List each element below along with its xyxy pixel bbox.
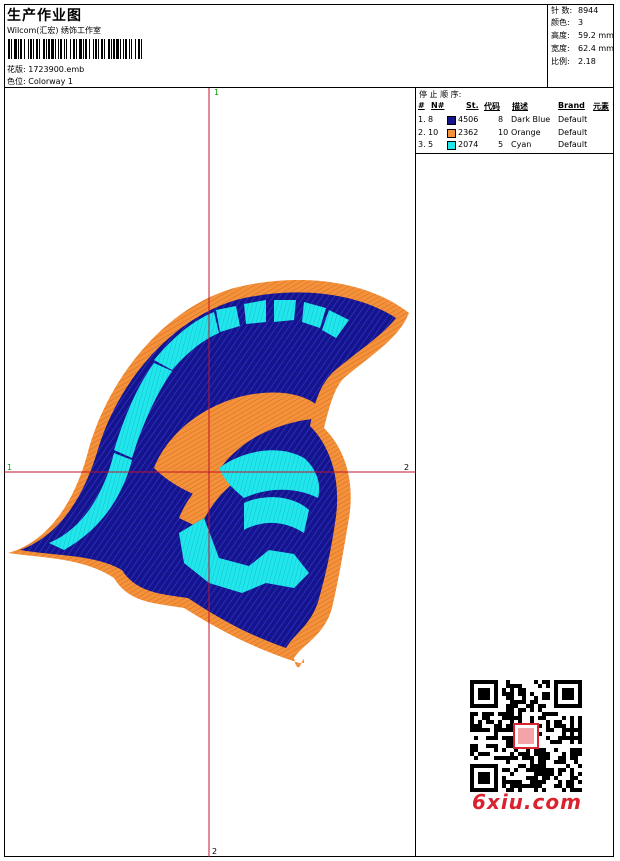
row-desc: Orange: [511, 127, 541, 137]
colorway-label: 色位:: [7, 77, 26, 86]
stat-colors: 颜色: 3: [551, 18, 584, 27]
stop-sequence-row: 2. 10 2362 10 Orange Default: [416, 128, 614, 140]
row-brand: Default: [558, 140, 588, 149]
stats-panel: 针 数: 8944 颜色: 3 高度: 59.2 mm 宽度: 62.4 mm 比例: 2…: [547, 4, 614, 88]
row-n: 5: [428, 140, 434, 149]
col-element: 元素: [593, 102, 609, 111]
colorway-value: Colorway 1: [28, 77, 73, 86]
col-code: 代码: [484, 102, 500, 111]
col-brand: Brand: [558, 101, 585, 110]
row-code: 10: [498, 127, 509, 137]
row-st: 2362: [458, 127, 479, 137]
row-n: 8: [428, 115, 434, 124]
col-st: St.: [466, 101, 479, 110]
stat-stitches: 针 数: 8944: [551, 6, 599, 15]
row-index: 2.: [418, 127, 426, 137]
row-st: 4506: [458, 115, 479, 124]
colorway-row: 色位: Colorway 1: [7, 76, 73, 87]
header-panel: 生产作业图 Wilcom(汇宏) 绣饰工作室 花版: 1723900.emb 色…: [4, 4, 614, 88]
guide-label-top: 1: [214, 88, 220, 97]
stop-sequence-header: # N# St. 代码 描述 Brand 元素: [416, 101, 614, 113]
row-code: 8: [498, 115, 504, 124]
page-title: 生产作业图: [7, 8, 82, 24]
row-index: 3.: [418, 140, 426, 149]
barcode: [8, 39, 142, 59]
row-n: 10: [428, 127, 439, 137]
studio-name: Wilcom(汇宏) 绣饰工作室: [7, 26, 102, 35]
guide-label-right: 2: [404, 463, 410, 472]
row-code: 5: [498, 140, 504, 149]
row-st: 2074: [458, 140, 479, 149]
watermark-logo: 6xiu.com: [472, 790, 582, 814]
row-brand: Default: [558, 127, 588, 137]
stop-sequence-row: 3. 5 2074 5 Cyan Default: [416, 140, 614, 152]
design-file-row: 花版: 1723900.emb: [7, 64, 84, 75]
stop-sequence-title: 停 止 顺 序:: [419, 90, 462, 99]
guide-label-left: 1: [7, 463, 13, 472]
row-index: 1.: [418, 115, 426, 124]
row-desc: Dark Blue: [511, 115, 551, 124]
stat-width: 宽度: 62.4 mm: [551, 44, 614, 53]
guide-label-bottom: 2: [212, 847, 218, 856]
embroidery-preview: [4, 88, 416, 857]
row-desc: Cyan: [511, 140, 532, 149]
color-swatch: [447, 116, 456, 125]
qr-code: [470, 680, 582, 792]
stat-scale: 比例: 2.18: [551, 57, 596, 66]
row-brand: Default: [558, 115, 588, 124]
color-swatch: [447, 141, 456, 150]
stop-sequence-row: 1. 8 4506 8 Dark Blue Default: [416, 115, 614, 127]
stat-height: 高度: 59.2 mm: [551, 31, 614, 40]
panel-separator: [416, 153, 614, 154]
design-file: 1723900.emb: [28, 65, 85, 74]
col-desc: 描述: [512, 102, 528, 111]
col-index: #: [418, 101, 425, 110]
col-n: N#: [431, 101, 445, 110]
color-swatch: [447, 128, 456, 138]
design-label: 花版:: [7, 65, 26, 74]
design-canvas: 1 1 2 2: [4, 88, 416, 857]
